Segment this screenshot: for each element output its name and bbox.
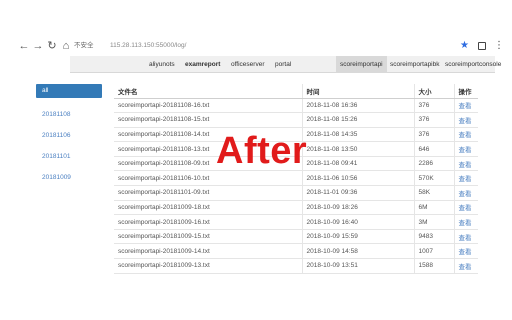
file-time-cell: 2018-10-09 13:51 — [301, 258, 414, 274]
table-row: scoreimportapi-20181009-15.txt 2018-10-09… — [114, 229, 478, 245]
column-header-size: 大小 — [413, 84, 454, 99]
file-size-cell: 9483 — [413, 229, 454, 245]
sidebar-item-all[interactable]: all — [36, 84, 102, 98]
project-tab-bar: aliyunots examreport officeserver portal… — [70, 56, 501, 73]
address-bar: ← → ↻ ⌂ 不安全 115.28.113.150:55000/log/ ★ … — [0, 36, 512, 56]
view-link[interactable]: 查看 — [453, 214, 478, 230]
table-row: scoreimportapi-20181009-14.txt 2018-10-09… — [114, 243, 478, 260]
security-indicator[interactable]: 不安全 — [74, 36, 94, 56]
table-row: scoreimportapi-20181106-10.txt 2018-11-06… — [114, 170, 478, 187]
view-link[interactable]: 查看 — [453, 258, 478, 274]
tab-aliyunots[interactable]: aliyunots — [149, 56, 175, 73]
view-link[interactable]: 查看 — [453, 200, 478, 216]
table-row: scoreimportapi-20181009-18.txt 2018-10-09… — [114, 200, 478, 216]
table-row: scoreimportapi-20181108-16.txt 2018-11-08… — [114, 98, 478, 114]
table-row: scoreimportapi-20181009-16.txt 2018-10-09… — [114, 214, 478, 230]
file-time-cell: 2018-11-08 13:50 — [301, 141, 414, 157]
file-time-cell: 2018-11-01 09:36 — [301, 185, 414, 201]
browser-menu-icon[interactable]: ⋮ — [494, 36, 504, 56]
file-name-cell: scoreimportapi-20181108-15.txt — [114, 112, 302, 128]
file-size-cell: 570K — [413, 170, 454, 187]
column-header-time: 时间 — [301, 84, 414, 99]
url-field[interactable]: 115.28.113.150:55000/log/ — [110, 36, 186, 56]
sidebar-item-20181108[interactable]: 20181108 — [36, 104, 102, 125]
file-size-cell: 376 — [413, 112, 454, 128]
tab-officeserver[interactable]: officeserver — [231, 56, 264, 73]
file-name-cell: scoreimportapi-20181108-16.txt — [114, 98, 302, 114]
view-link[interactable]: 查看 — [453, 185, 478, 201]
file-size-cell: 6M — [413, 200, 454, 216]
tab-scoreimportconsole[interactable]: scoreimportconsole — [445, 56, 501, 73]
column-header-name: 文件名 — [114, 84, 302, 99]
file-name-cell: scoreimportapi-20181009-15.txt — [114, 229, 302, 245]
file-size-cell: 58K — [413, 185, 454, 201]
tab-scoreimportapi[interactable]: scoreimportapi — [336, 56, 387, 73]
home-icon[interactable]: ⌂ — [60, 36, 72, 56]
tab-portal[interactable]: portal — [275, 56, 291, 73]
file-size-cell: 1588 — [413, 258, 454, 274]
table-row: scoreimportapi-20181101-09.txt 2018-11-01… — [114, 185, 478, 201]
view-link[interactable]: 查看 — [453, 127, 478, 143]
sidebar-item-20181101[interactable]: 20181101 — [36, 146, 102, 167]
sidebar-item-20181009[interactable]: 20181009 — [36, 167, 102, 188]
extension-icon[interactable] — [478, 42, 486, 50]
file-size-cell: 376 — [413, 98, 454, 114]
file-name-cell: scoreimportapi-20181009-18.txt — [114, 200, 302, 216]
file-time-cell: 2018-11-08 09:41 — [301, 156, 414, 172]
tab-examreport[interactable]: examreport — [185, 56, 220, 73]
bookmark-star-icon[interactable]: ★ — [460, 36, 469, 56]
column-header-action: 操作 — [453, 84, 478, 99]
file-name-cell: scoreimportapi-20181101-09.txt — [114, 185, 302, 201]
tab-scoreimportapibk[interactable]: scoreimportapibk — [390, 56, 440, 73]
view-link[interactable]: 查看 — [453, 156, 478, 172]
view-link[interactable]: 查看 — [453, 229, 478, 245]
back-arrow-icon[interactable]: ← — [18, 36, 30, 56]
file-name-cell: scoreimportapi-20181009-14.txt — [114, 243, 302, 260]
file-time-cell: 2018-10-09 14:58 — [301, 243, 414, 260]
table-row: scoreimportapi-20181108-15.txt 2018-11-08… — [114, 112, 478, 128]
forward-arrow-icon[interactable]: → — [32, 36, 44, 56]
table-row: scoreimportapi-20181009-13.txt 2018-10-09… — [114, 258, 478, 274]
log-file-table: 文件名 时间 大小 操作 scoreimportapi-20181108-16.… — [114, 84, 478, 274]
file-time-cell: 2018-10-09 15:59 — [301, 229, 414, 245]
file-name-cell: scoreimportapi-20181009-13.txt — [114, 258, 302, 274]
file-size-cell: 376 — [413, 127, 454, 143]
reload-icon[interactable]: ↻ — [46, 36, 58, 56]
file-name-cell: scoreimportapi-20181009-16.txt — [114, 214, 302, 230]
file-size-cell: 3M — [413, 214, 454, 230]
after-label: After — [216, 130, 308, 172]
file-size-cell: 2286 — [413, 156, 454, 172]
file-time-cell: 2018-11-08 16:36 — [301, 98, 414, 114]
file-size-cell: 646 — [413, 141, 454, 157]
date-sidebar: all 20181108 20181106 20181101 20181009 — [36, 84, 102, 188]
view-link[interactable]: 查看 — [453, 112, 478, 128]
view-link[interactable]: 查看 — [453, 243, 478, 260]
view-link[interactable]: 查看 — [453, 141, 478, 157]
file-time-cell: 2018-10-09 16:40 — [301, 214, 414, 230]
view-link[interactable]: 查看 — [453, 170, 478, 187]
view-link[interactable]: 查看 — [453, 98, 478, 114]
file-size-cell: 1007 — [413, 243, 454, 260]
file-time-cell: 2018-11-08 14:35 — [301, 127, 414, 143]
file-name-cell: scoreimportapi-20181106-10.txt — [114, 170, 302, 187]
file-time-cell: 2018-11-08 15:26 — [301, 112, 414, 128]
file-time-cell: 2018-11-06 10:56 — [301, 170, 414, 187]
file-time-cell: 2018-10-09 18:26 — [301, 200, 414, 216]
table-header-row: 文件名 时间 大小 操作 — [114, 84, 478, 99]
sidebar-item-20181106[interactable]: 20181106 — [36, 125, 102, 146]
